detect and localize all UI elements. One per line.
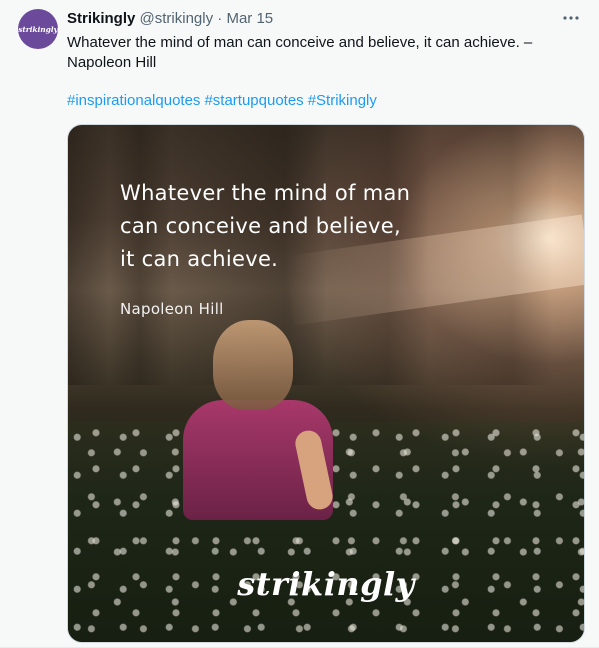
quote-author: Napoleon Hill	[120, 300, 224, 318]
image-quote: Whatever the mind of man can conceive an…	[120, 177, 450, 276]
tweet-text-line: Whatever the mind of man can conceive an…	[67, 34, 533, 51]
more-horizontal-icon[interactable]	[561, 8, 581, 28]
brand-logo: strikingly	[237, 565, 415, 603]
tweet-text-line: Napoleon Hill	[67, 54, 157, 71]
display-name[interactable]: Strikingly	[67, 10, 135, 27]
separator: ·	[217, 10, 223, 27]
handle[interactable]: @strikingly	[140, 10, 214, 27]
hashtag-row: #inspirationalquotes #startupquotes #Strik…	[67, 92, 381, 109]
hashtag-link[interactable]: #inspirationalquotes	[67, 92, 200, 109]
hashtag-link[interactable]: #Strikingly	[308, 92, 377, 109]
child-hair	[213, 320, 293, 410]
tweet-card[interactable]: strikingly Strikingly @strikingly · Mar …	[0, 0, 599, 648]
avatar-logo-text: strikingly	[18, 24, 58, 34]
tweet-header: Strikingly @strikingly · Mar 15	[67, 10, 273, 27]
quote-line: can conceive and believe,	[120, 214, 401, 238]
timestamp[interactable]: Mar 15	[226, 10, 273, 27]
tweet-media-image[interactable]: Whatever the mind of man can conceive an…	[67, 124, 585, 643]
quote-line: it can achieve.	[120, 247, 279, 271]
more-icon-graphic	[563, 16, 579, 20]
avatar[interactable]: strikingly	[18, 9, 58, 49]
hashtag-link[interactable]: #startupquotes	[204, 92, 303, 109]
child-figure	[173, 320, 343, 520]
quote-line: Whatever the mind of man	[120, 181, 411, 205]
tweet-text: Whatever the mind of man can conceive an…	[67, 33, 567, 73]
